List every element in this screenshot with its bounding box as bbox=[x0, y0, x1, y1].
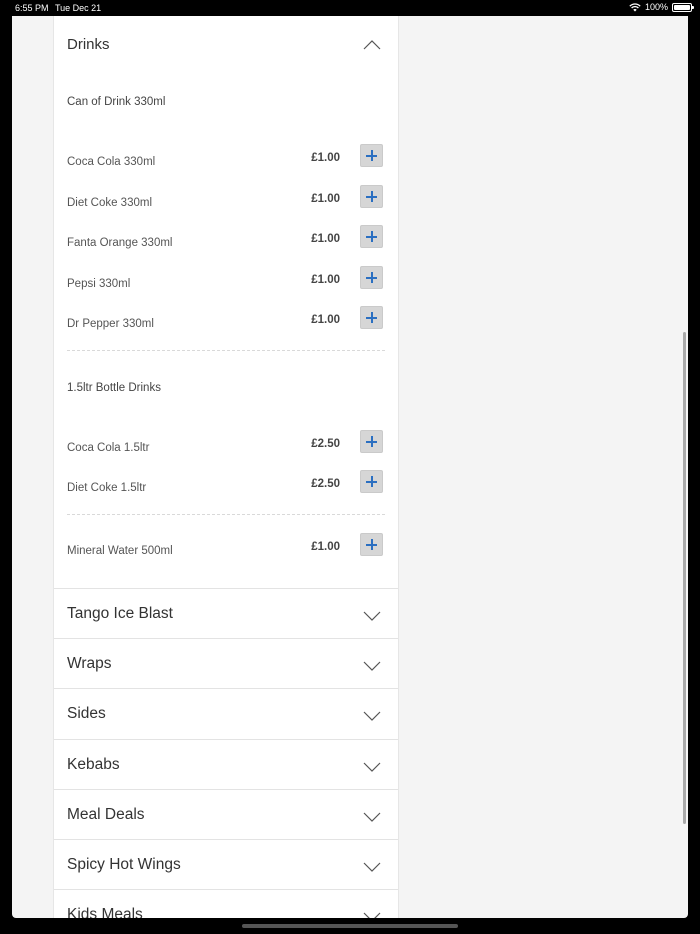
battery-icon bbox=[672, 2, 694, 12]
item-name: Mineral Water 500ml bbox=[67, 545, 173, 557]
category-kids-meals[interactable]: Kids Meals bbox=[54, 889, 398, 918]
item-price: £1.00 bbox=[311, 274, 340, 286]
add-item-button[interactable] bbox=[360, 225, 383, 248]
category-meal-deals[interactable]: Meal Deals bbox=[54, 789, 398, 839]
group-title-bottles: 1.5ltr Bottle Drinks bbox=[67, 382, 161, 394]
menu-item: Fanta Orange 330ml £1.00 bbox=[54, 225, 398, 255]
category-sides[interactable]: Sides bbox=[54, 688, 398, 738]
chevron-down-icon bbox=[363, 862, 381, 872]
item-price: £1.00 bbox=[311, 314, 340, 326]
chevron-down-icon bbox=[363, 912, 381, 918]
divider bbox=[67, 350, 385, 351]
menu-item: Diet Coke 1.5ltr £2.50 bbox=[54, 470, 398, 500]
item-name: Fanta Orange 330ml bbox=[67, 237, 173, 249]
menu-panel: Drinks Can of Drink 330ml Coca Cola 330m… bbox=[53, 16, 399, 918]
category-label: Tango Ice Blast bbox=[67, 605, 173, 622]
menu-item: Mineral Water 500ml £1.00 bbox=[54, 533, 398, 563]
category-label: Kids Meals bbox=[67, 906, 143, 918]
category-kebabs[interactable]: Kebabs bbox=[54, 739, 398, 789]
chevron-down-icon bbox=[363, 661, 381, 671]
category-spicy-hot-wings[interactable]: Spicy Hot Wings bbox=[54, 839, 398, 889]
item-price: £2.50 bbox=[311, 478, 340, 490]
category-wraps[interactable]: Wraps bbox=[54, 638, 398, 688]
item-name: Pepsi 330ml bbox=[67, 278, 131, 290]
status-date: Tue Dec 21 bbox=[55, 3, 102, 13]
item-price: £1.00 bbox=[311, 233, 340, 245]
menu-item: Coca Cola 1.5ltr £2.50 bbox=[54, 430, 398, 460]
add-item-button[interactable] bbox=[360, 266, 383, 289]
add-item-button[interactable] bbox=[360, 533, 383, 556]
status-indicators: 100% bbox=[629, 2, 694, 12]
chevron-down-icon bbox=[363, 762, 381, 772]
chevron-down-icon bbox=[363, 812, 381, 822]
item-name: Coca Cola 330ml bbox=[67, 156, 156, 168]
category-label: Sides bbox=[67, 705, 106, 722]
chevron-down-icon bbox=[363, 611, 381, 621]
drinks-section-header[interactable]: Drinks bbox=[54, 16, 398, 72]
menu-item: Coca Cola 330ml £1.00 bbox=[54, 144, 398, 174]
category-label: Meal Deals bbox=[67, 806, 145, 823]
divider bbox=[67, 514, 385, 515]
menu-item: Diet Coke 330ml £1.00 bbox=[54, 185, 398, 215]
status-bar: 6:55 PM Tue Dec 21 100% bbox=[0, 0, 700, 16]
item-name: Dr Pepper 330ml bbox=[67, 318, 154, 330]
scrollbar[interactable] bbox=[683, 332, 686, 824]
battery-percent: 100% bbox=[644, 2, 668, 12]
item-price: £1.00 bbox=[311, 152, 340, 164]
chevron-down-icon bbox=[363, 711, 381, 721]
item-name: Diet Coke 1.5ltr bbox=[67, 482, 147, 494]
add-item-button[interactable] bbox=[360, 430, 383, 453]
menu-item: Dr Pepper 330ml £1.00 bbox=[54, 306, 398, 336]
wifi-icon bbox=[629, 2, 641, 11]
home-indicator[interactable] bbox=[242, 924, 458, 928]
menu-item: Pepsi 330ml £1.00 bbox=[54, 266, 398, 296]
item-price: £1.00 bbox=[311, 541, 340, 553]
category-label: Kebabs bbox=[67, 756, 120, 773]
item-price: £1.00 bbox=[311, 193, 340, 205]
add-item-button[interactable] bbox=[360, 306, 383, 329]
add-item-button[interactable] bbox=[360, 185, 383, 208]
category-label: Spicy Hot Wings bbox=[67, 856, 181, 873]
screen: Drinks Can of Drink 330ml Coca Cola 330m… bbox=[12, 16, 688, 918]
group-title-cans: Can of Drink 330ml bbox=[67, 96, 166, 108]
drinks-section-title: Drinks bbox=[67, 36, 110, 53]
category-label: Wraps bbox=[67, 655, 112, 672]
status-time: 6:55 PM bbox=[15, 3, 49, 13]
category-tango-ice-blast[interactable]: Tango Ice Blast bbox=[54, 588, 398, 638]
item-name: Diet Coke 330ml bbox=[67, 197, 153, 209]
item-name: Coca Cola 1.5ltr bbox=[67, 442, 150, 454]
chevron-up-icon bbox=[363, 40, 381, 50]
add-item-button[interactable] bbox=[360, 470, 383, 493]
item-price: £2.50 bbox=[311, 438, 340, 450]
add-item-button[interactable] bbox=[360, 144, 383, 167]
